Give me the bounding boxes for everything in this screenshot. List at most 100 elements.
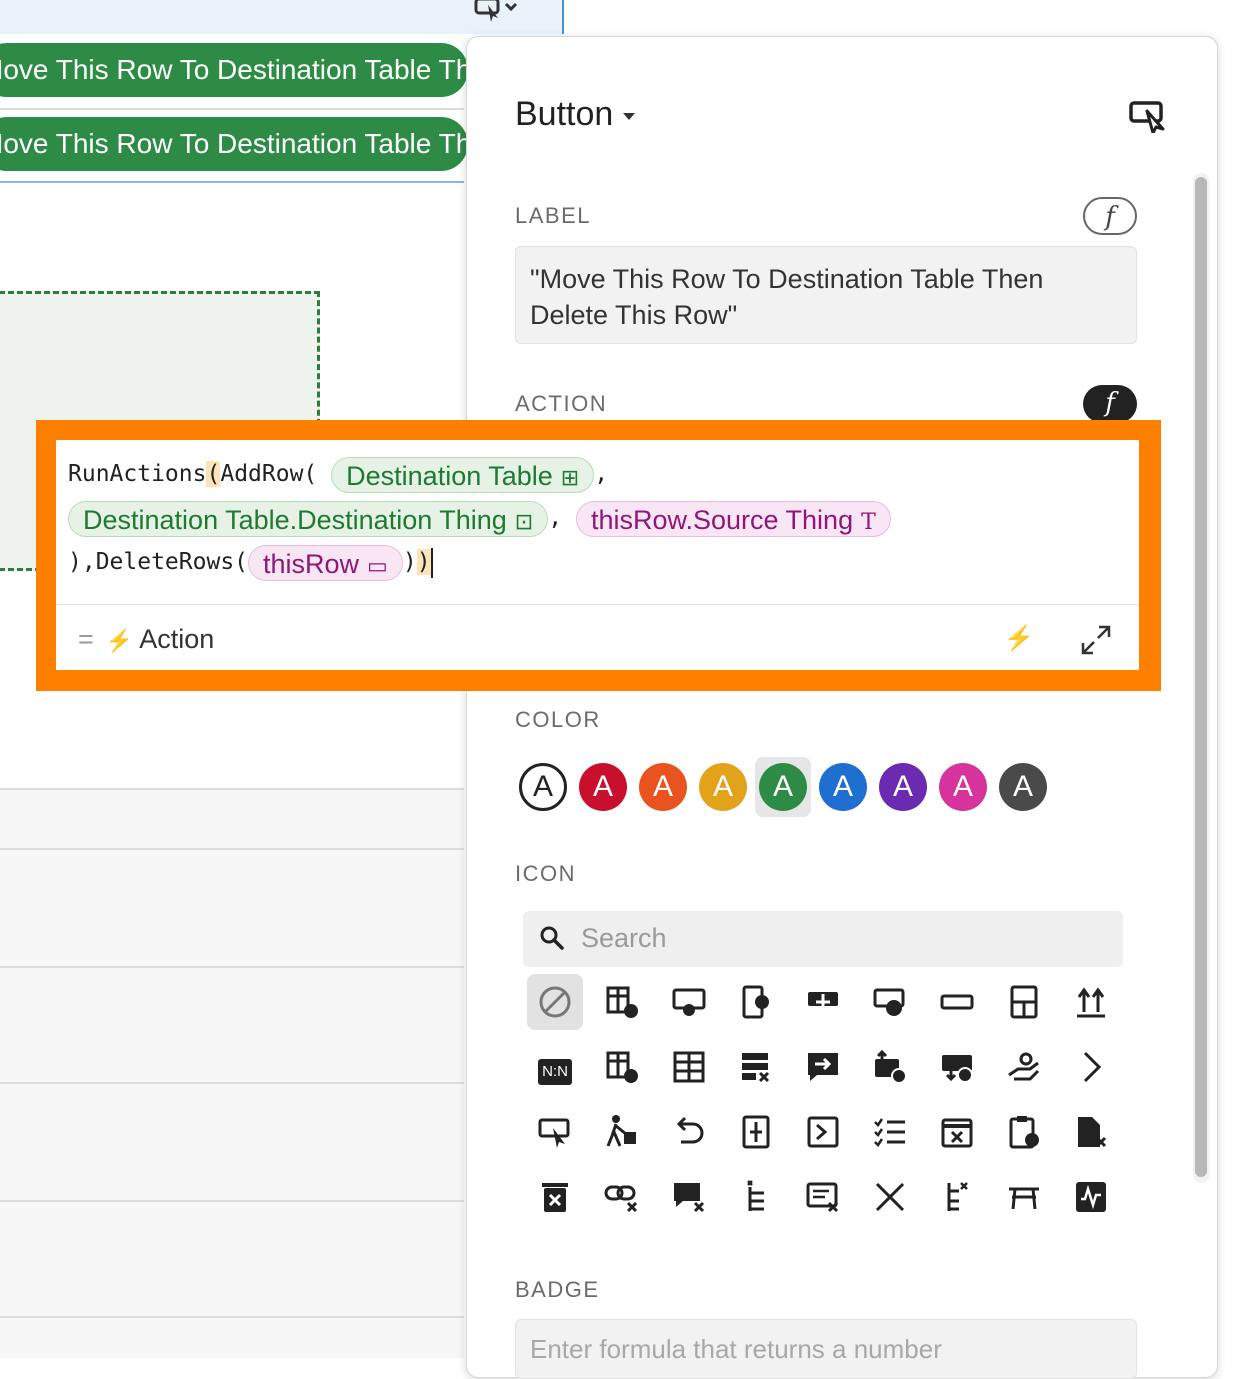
color-swatch-blue[interactable]: A [819, 763, 867, 811]
label-formula-field[interactable]: "Move This Row To Destination Table Then… [515, 246, 1137, 344]
color-swatch-gray[interactable]: A [999, 763, 1047, 811]
column-insert-icon[interactable] [728, 1104, 784, 1160]
action-formula-editor[interactable]: RunActions(AddRow( Destination Table ⊞, D… [56, 440, 1139, 670]
editor-divider [56, 604, 1139, 605]
button-cursor-icon[interactable] [1129, 99, 1169, 133]
folder-upload-add-icon[interactable] [862, 1039, 918, 1095]
many-to-many-icon[interactable]: N:N [527, 1039, 583, 1095]
message-forward-icon[interactable] [795, 1039, 851, 1095]
row-divider [0, 788, 464, 790]
formula-fn-runactions: RunActions [68, 461, 207, 487]
cursor-icon[interactable] [474, 0, 518, 31]
row-divider [0, 1316, 464, 1318]
chip-destination-column[interactable]: Destination Table.Destination Thing ⊡ [68, 500, 549, 537]
panel-title: Button [515, 95, 614, 133]
color-swatch-purple[interactable]: A [879, 763, 927, 811]
chip-label: thisRow [263, 548, 360, 579]
person-push-icon[interactable] [594, 1104, 650, 1160]
chip-source-thing[interactable]: thisRow.Source Thing T [575, 500, 891, 537]
button-pointer-icon[interactable] [527, 1104, 583, 1160]
color-swatch-pink[interactable]: A [939, 763, 987, 811]
console-icon[interactable] [795, 1104, 851, 1160]
color-swatch-orange[interactable]: A [639, 763, 687, 811]
color-swatch-none[interactable]: A [519, 763, 567, 811]
color-swatch-red[interactable]: A [579, 763, 627, 811]
button-shape-icon[interactable] [929, 974, 985, 1030]
panel-scrollbar[interactable] [1193, 173, 1209, 1183]
table-icon: ⊞ [560, 464, 580, 490]
formula-line-2: Destination Table.Destination Thing ⊡, th… [68, 498, 891, 538]
chip-label: Destination Table [346, 460, 553, 491]
formula-fn-addrow: AddRow( [220, 461, 318, 487]
formula-editor-highlight: RunActions(AddRow( Destination Table ⊞, D… [36, 420, 1161, 691]
scrollbar-thumb[interactable] [1195, 177, 1207, 1177]
tree-remove-alt-icon[interactable] [929, 1169, 985, 1225]
table-insert-row-icon[interactable] [996, 974, 1052, 1030]
action-formula-toggle[interactable]: f [1083, 385, 1137, 423]
hand-coin-icon[interactable] [996, 1039, 1052, 1095]
color-heading: COLOR [515, 707, 601, 732]
undo-icon[interactable] [661, 1104, 717, 1160]
table-furniture-icon[interactable] [996, 1169, 1052, 1225]
message-remove-icon[interactable] [661, 1169, 717, 1225]
lightning-bolt-icon[interactable]: ⚡ [1004, 624, 1034, 653]
formula-paren: ( [206, 461, 221, 487]
link-remove-icon[interactable] [594, 1169, 650, 1225]
chevron-right-icon[interactable] [1063, 1039, 1119, 1095]
formula-paren: ) [416, 549, 431, 575]
lightning-icon: ⚡ [105, 628, 134, 653]
calendar-remove-icon[interactable] [929, 1104, 985, 1160]
rows-delete-icon[interactable] [728, 1039, 784, 1095]
icon-heading: ICON [515, 861, 576, 886]
expand-icon[interactable] [1080, 624, 1112, 656]
column-icon: ⊡ [514, 508, 534, 534]
row-action-button[interactable]: Move This Row To Destination Table Then … [0, 117, 468, 171]
table-delete-icon[interactable] [594, 974, 650, 1030]
selection-line [0, 181, 464, 183]
trash-remove-icon[interactable] [527, 1169, 583, 1225]
waveform-box-icon[interactable] [1063, 1169, 1119, 1225]
tree-remove-icon[interactable] [728, 1169, 784, 1225]
label-formula-toggle[interactable]: f [1083, 197, 1137, 235]
row-divider [0, 966, 464, 968]
clipboard-remove-icon[interactable] [996, 1104, 1052, 1160]
color-swatch-yellow[interactable]: A [699, 763, 747, 811]
file-remove-icon[interactable] [728, 974, 784, 1030]
sort-up-icon[interactable] [1063, 974, 1119, 1030]
card-add-icon[interactable] [795, 974, 851, 1030]
chip-destination-table[interactable]: Destination Table ⊞ [331, 456, 595, 493]
text-box-remove-icon[interactable] [795, 1169, 851, 1225]
nn-label: N:N [538, 1059, 572, 1085]
table-grid-icon[interactable] [661, 1039, 717, 1095]
card-stack-add-icon[interactable] [862, 974, 918, 1030]
button-settings-panel: Button LABEL f "Move This Row To Destina… [466, 36, 1218, 1379]
row-action-button[interactable]: Move This Row To Destination Table Then … [0, 43, 468, 97]
formula-fn-deleterows: ),DeleteRows( [68, 549, 249, 575]
no-icon-option[interactable] [527, 974, 583, 1030]
chip-this-row[interactable]: thisRow ▭ [248, 544, 403, 581]
search-icon [540, 926, 564, 950]
badge-heading: BADGE [515, 1277, 600, 1302]
formula-comma: , [594, 461, 609, 487]
icon-search-input[interactable]: Search [523, 911, 1123, 967]
text-caret [430, 547, 433, 578]
card-download-add-icon[interactable] [929, 1039, 985, 1095]
formula-paren: ) [402, 549, 417, 575]
chip-label: thisRow.Source Thing [590, 504, 854, 535]
table-add-icon[interactable] [594, 1039, 650, 1095]
row-icon: ▭ [367, 552, 388, 578]
text-type-icon: T [861, 509, 876, 535]
row-divider [0, 1200, 464, 1202]
search-placeholder: Search [581, 923, 667, 953]
result-type-label: Action [139, 624, 215, 654]
action-heading: ACTION [515, 391, 608, 416]
panel-title-dropdown[interactable]: Button [515, 95, 636, 134]
file-delete-icon[interactable] [1063, 1104, 1119, 1160]
row-divider [0, 848, 464, 850]
close-icon[interactable] [862, 1169, 918, 1225]
badge-formula-input[interactable]: Enter formula that returns a number [515, 1319, 1137, 1379]
comment-remove-icon[interactable] [661, 974, 717, 1030]
formula-comma: , [548, 505, 563, 531]
color-swatch-green[interactable]: A [759, 763, 807, 811]
checklist-icon[interactable] [862, 1104, 918, 1160]
